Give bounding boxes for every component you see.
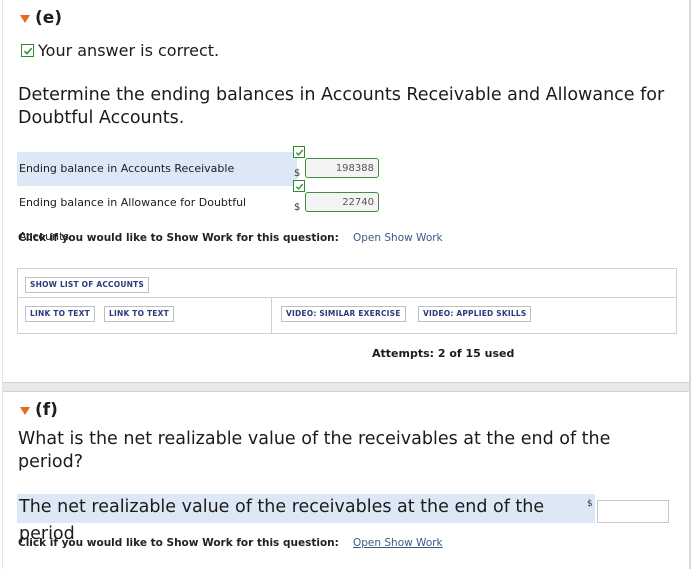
correct-status-text: Your answer is correct. [38,41,220,60]
row1-currency: $ [294,168,301,179]
part-f-label: (f) [35,400,58,420]
frame-border-left [2,0,3,569]
open-show-work-link[interactable]: Open Show Work [353,232,443,244]
row1-checkmark-icon [293,146,305,158]
nrv-currency: $ [587,499,593,509]
link-to-text-button-2[interactable]: LINK TO TEXT [104,306,174,322]
show-list-of-accounts-button[interactable]: SHOW LIST OF ACCOUNTS [25,277,150,293]
nrv-label: The net realizable value of the receivab… [17,494,595,544]
collapse-triangle-icon[interactable] [20,407,30,415]
row2-currency: $ [294,202,301,213]
ending-allowance-label: Ending balance in Allowance for Doubtful… [17,186,297,243]
section-divider [3,382,689,392]
ending-allowance-input[interactable]: 22740 [305,192,379,212]
resources-panel: SHOW LIST OF ACCOUNTS LINK TO TEXT LINK … [17,268,677,334]
part-f-question: What is the net realizable value of the … [18,429,611,472]
ending-ar-label: Ending balance in Accounts Receivable [17,152,297,186]
resources-column-divider [271,297,272,333]
frame-border-right [689,0,691,569]
show-work-prompt: Click if you would like to Show Work for… [18,232,339,244]
open-show-work-link-f[interactable]: Open Show Work [353,537,443,549]
part-e-question: Determine the ending balances in Account… [18,85,665,128]
collapse-triangle-icon[interactable] [20,15,30,23]
attempts-counter: Attempts: 2 of 15 used [372,347,515,360]
video-similar-exercise-button[interactable]: VIDEO: SIMILAR EXERCISE [281,306,406,322]
resources-divider [18,297,676,298]
video-applied-skills-button[interactable]: VIDEO: APPLIED SKILLS [418,306,532,322]
ending-ar-input[interactable]: 198388 [305,158,379,178]
link-to-text-button-1[interactable]: LINK TO TEXT [25,306,95,322]
row2-checkmark-icon [293,180,305,192]
nrv-input[interactable] [597,500,669,523]
correct-checkmark-icon [21,44,34,57]
show-work-prompt-f: Click if you would like to Show Work for… [18,537,339,549]
part-e-label: (e) [35,8,63,28]
